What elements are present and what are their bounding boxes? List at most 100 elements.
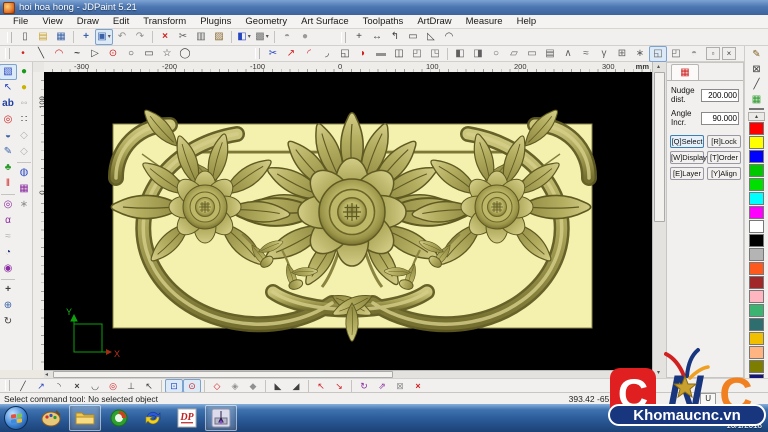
hidden-edge-tool[interactable]: ≈ <box>0 229 17 245</box>
snap-center[interactable]: ◎ <box>104 379 122 393</box>
measure-angle[interactable]: ◺ <box>422 29 440 45</box>
snap-line[interactable]: ╱ <box>14 379 32 393</box>
wave-tool[interactable]: ≈ <box>577 46 595 62</box>
palette-scroll-up[interactable]: ▴ <box>748 112 765 121</box>
stack-tool[interactable]: ▤ <box>541 46 559 62</box>
relief-preview-full[interactable]: ● <box>296 29 314 45</box>
rings-tool[interactable]: ◍ <box>15 165 33 181</box>
layer-mode-button[interactable]: [E]Layer <box>670 167 704 180</box>
menu-measure[interactable]: Measure <box>459 16 510 27</box>
vertical-scroll-thumb[interactable] <box>654 72 665 222</box>
paste-style[interactable]: ◳ <box>426 46 444 62</box>
array-rect-tool[interactable]: ⊞ <box>613 46 631 62</box>
menu-file[interactable]: File <box>6 16 35 27</box>
menu-edit[interactable]: Edit <box>106 16 136 27</box>
select-mode-button[interactable]: [Q]Select <box>670 135 704 148</box>
shear-snap[interactable]: ⇗ <box>373 379 391 393</box>
taskbar-folder-app[interactable] <box>69 405 101 431</box>
mirror-v[interactable]: ◨ <box>469 46 487 62</box>
panel-close-button[interactable]: × <box>722 47 736 60</box>
ungroup-tool[interactable]: ◰ <box>667 46 685 62</box>
delete-object[interactable]: × <box>156 29 174 45</box>
texture-tool[interactable]: ▦ <box>15 181 33 197</box>
preview-view-tool[interactable]: ◉ <box>0 261 17 277</box>
group-tool[interactable]: ◱ <box>649 46 667 62</box>
cancel-tool[interactable]: × <box>409 379 427 393</box>
pick-delete[interactable]: ↘ <box>330 379 348 393</box>
align-tool[interactable]: ▭ <box>523 46 541 62</box>
pink-swatch[interactable] <box>749 108 764 110</box>
box-select-off[interactable]: ⊠ <box>391 379 409 393</box>
spline-tool[interactable]: ~ <box>68 46 86 62</box>
palette-color-15[interactable] <box>749 332 764 345</box>
snap-perpendicular[interactable]: ⊥ <box>122 379 140 393</box>
paste[interactable]: ▨ <box>210 29 228 45</box>
palette-color-7[interactable] <box>749 220 764 233</box>
star-tool[interactable]: ☆ <box>158 46 176 62</box>
toolbar-grip[interactable] <box>341 32 346 43</box>
toolbar-grip[interactable] <box>5 48 10 59</box>
measure-rect[interactable]: ▭ <box>404 29 422 45</box>
toolbar-grip[interactable] <box>255 48 260 59</box>
toolbar-grip[interactable] <box>5 380 10 391</box>
pen-tool[interactable]: ✎ <box>747 47 766 62</box>
tab-transform[interactable]: ▦ <box>671 64 699 80</box>
lock-mode-button[interactable]: [R]Lock <box>707 135 741 148</box>
new-file[interactable]: ▯ <box>16 29 34 45</box>
menu-view[interactable]: View <box>35 16 69 27</box>
menu-transform[interactable]: Transform <box>136 16 193 27</box>
chamfer-tool[interactable]: ◞ <box>318 46 336 62</box>
nudge-dist-input[interactable] <box>701 89 739 102</box>
shade-view-tool[interactable]: ◔ <box>0 245 17 261</box>
copy-style[interactable]: ◰ <box>408 46 426 62</box>
node-curve-tool[interactable]: γ <box>595 46 613 62</box>
material-dots-tool[interactable]: ∷ <box>15 112 33 128</box>
vertical-scrollbar[interactable]: ▴ ▾ <box>652 62 666 378</box>
frame-select-tool[interactable]: ⊠ <box>747 62 766 77</box>
pick-clear[interactable]: ↖ <box>312 379 330 393</box>
circle3p-tool[interactable]: ◯ <box>176 46 194 62</box>
circle-tool[interactable]: ⊙ <box>104 46 122 62</box>
palette-color-11[interactable] <box>749 276 764 289</box>
burst-tool[interactable]: ∗ <box>15 197 33 213</box>
palette-color-3[interactable] <box>749 164 764 177</box>
point-tool[interactable]: • <box>14 46 32 62</box>
corner-box-tool[interactable]: ◱ <box>336 46 354 62</box>
knife-tool[interactable]: ╱ <box>747 77 766 92</box>
palette-color-14[interactable] <box>749 318 764 331</box>
order-mode-button[interactable]: [T]Order <box>707 151 741 164</box>
menu-plugins[interactable]: Plugins <box>193 16 238 27</box>
display-mode-button[interactable]: [W]Display <box>670 151 704 164</box>
panel-pin-button[interactable]: ▫ <box>706 47 720 60</box>
mirror-h[interactable]: ◧ <box>451 46 469 62</box>
join-up[interactable]: ◢ <box>287 379 305 393</box>
save-file[interactable]: ▦ <box>52 29 70 45</box>
measure-path[interactable]: ↰ <box>386 29 404 45</box>
rotate-tool[interactable]: ○ <box>487 46 505 62</box>
relief-preview-top[interactable]: ◓ <box>278 29 296 45</box>
title-bar[interactable]: hoi hoa hong - JDPaint 5.21 <box>0 0 768 15</box>
snap-vertex[interactable]: ◇ <box>208 379 226 393</box>
undo[interactable]: ↶ <box>113 29 131 45</box>
start-button[interactable] <box>4 406 28 430</box>
snap-intersection[interactable]: × <box>68 379 86 393</box>
array-polar-tool[interactable]: ∗ <box>631 46 649 62</box>
line-tool[interactable]: ╲ <box>32 46 50 62</box>
menu-help[interactable]: Help <box>510 16 544 27</box>
dim-tool-b[interactable]: ◇ <box>15 144 33 160</box>
ellipse-tool[interactable]: ○ <box>122 46 140 62</box>
smooth-tool[interactable]: ∧ <box>559 46 577 62</box>
trim-tool[interactable]: ✂ <box>264 46 282 62</box>
move-tool[interactable]: + <box>77 29 95 45</box>
toolbar-grip[interactable] <box>7 32 12 43</box>
transform-tab-icon[interactable]: ▦ <box>677 66 693 80</box>
horizontal-scroll-thumb[interactable] <box>53 371 393 378</box>
taskbar-dp-app[interactable]: DP <box>171 405 203 431</box>
snap-arc[interactable]: ◝ <box>50 379 68 393</box>
palette-color-13[interactable] <box>749 304 764 317</box>
pattern-fill-tool[interactable]: ▦ <box>747 92 766 107</box>
measure-width[interactable]: ↔ <box>368 29 386 45</box>
align-mode-button[interactable]: [Y]Align <box>707 167 741 180</box>
relief-dome-tool[interactable]: ◓ <box>685 46 703 62</box>
extend-tool[interactable]: ↗ <box>282 46 300 62</box>
